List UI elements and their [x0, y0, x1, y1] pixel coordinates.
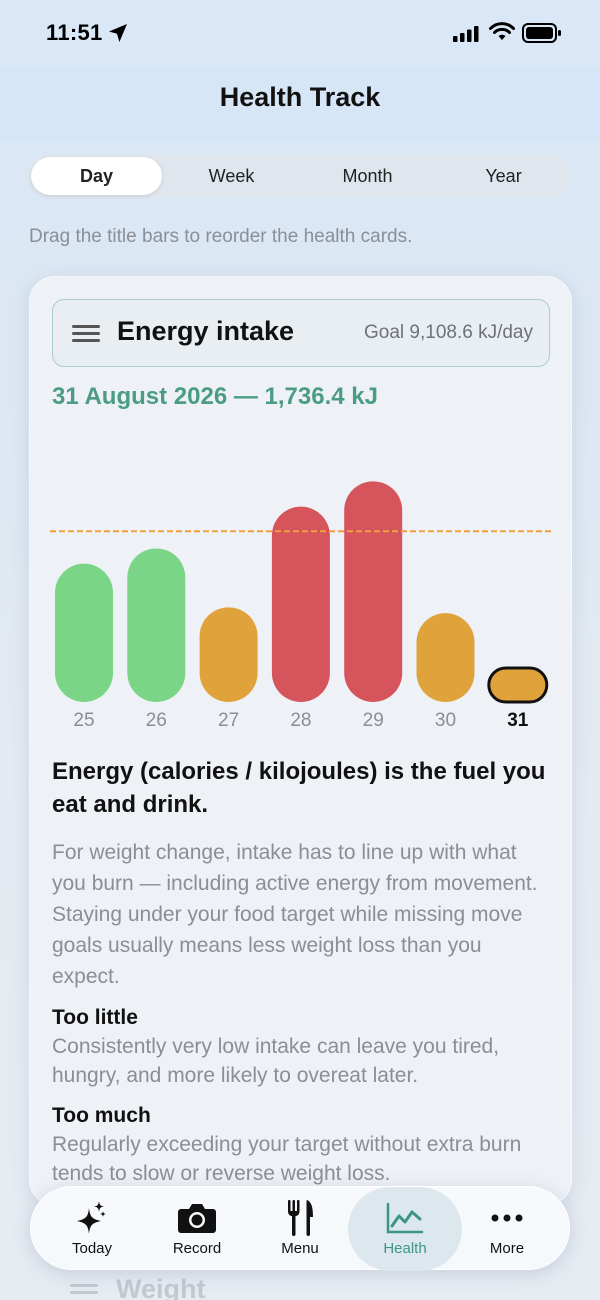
sparkles-icon: [77, 1201, 106, 1234]
tab-today-label: Today: [71, 1240, 113, 1257]
x-tick-label: 25: [73, 710, 94, 731]
fork-knife-icon: [288, 1200, 313, 1237]
card-title-bar[interactable]: Energy intake Goal 9,108.6 kJ/day: [52, 299, 550, 367]
day-summary: 31 August 2026 — 1,736.4 kJ: [52, 383, 378, 410]
chart-bar-25[interactable]: [55, 563, 113, 702]
too-much-text: Regularly exceeding your target without …: [52, 1133, 522, 1185]
chart-bar-30[interactable]: [416, 613, 475, 702]
status-time: 11:51: [46, 20, 103, 45]
chart-bar-31[interactable]: [487, 666, 549, 704]
segment-month[interactable]: Month: [302, 157, 433, 195]
location-arrow-icon: [109, 24, 127, 42]
next-card-drag-handle-icon: [70, 1284, 98, 1294]
x-tick-label: 27: [218, 710, 239, 731]
too-little-heading: Too little: [52, 1006, 138, 1029]
tab-health-label: Health: [383, 1240, 427, 1257]
tab-more-label: More: [489, 1240, 525, 1257]
tab-today[interactable]: Today: [38, 1187, 146, 1271]
tab-health[interactable]: Health: [348, 1187, 462, 1271]
ellipsis-icon: [491, 1214, 523, 1222]
card-title: Energy intake: [117, 316, 295, 346]
info-paragraph: For weight change, intake has to line up…: [52, 841, 538, 988]
tab-record[interactable]: Record: [143, 1187, 251, 1271]
chart-bar-27[interactable]: [199, 607, 258, 702]
nav-header: Health Track: [0, 68, 600, 142]
too-little-text: Consistently very low intake can leave y…: [52, 1035, 500, 1087]
x-tick-label: 28: [290, 710, 311, 731]
tab-bar: Today Record Menu Health More: [30, 1186, 570, 1271]
tab-more[interactable]: More: [453, 1187, 561, 1271]
segment-day[interactable]: Day: [31, 157, 162, 195]
info-lead: Energy (calories / kilojoules) is the fu…: [52, 758, 546, 818]
segment-year[interactable]: Year: [438, 157, 569, 195]
card-goal: Goal 9,108.6 kJ/day: [364, 322, 533, 343]
x-tick-label: 26: [146, 710, 167, 731]
energy-intake-card: Energy intake Goal 9,108.6 kJ/day 31 Aug…: [29, 276, 572, 1206]
next-card-title: Weight: [116, 1274, 206, 1300]
energy-info: Energy (calories / kilojoules) is the fu…: [52, 755, 552, 1188]
status-bar: 11:51: [0, 0, 600, 68]
x-tick-label: 31: [507, 710, 529, 731]
chart-bar-28[interactable]: [271, 506, 330, 702]
tab-menu-label: Menu: [281, 1240, 319, 1257]
period-segmented-control: Day Week Month Year: [28, 154, 572, 198]
reorder-hint: Drag the title bars to reorder the healt…: [29, 226, 413, 247]
tab-menu[interactable]: Menu: [246, 1187, 354, 1271]
chart-bar-29[interactable]: [344, 481, 403, 702]
segment-week[interactable]: Week: [166, 157, 297, 195]
x-tick-label: 30: [435, 710, 456, 731]
cellular-signal-icon: [453, 26, 479, 42]
chart-line-icon: [386, 1202, 424, 1234]
energy-bar-chart: 25 26 27 28 29 30 31: [50, 481, 552, 731]
chart-bar-26[interactable]: [127, 548, 186, 702]
camera-icon: [178, 1204, 216, 1233]
too-much-heading: Too much: [52, 1104, 151, 1127]
page-title: Health Track: [219, 82, 381, 112]
tab-record-label: Record: [172, 1240, 222, 1257]
wifi-icon: [489, 22, 515, 40]
x-tick-label: 29: [363, 710, 384, 731]
drag-handle-icon[interactable]: [72, 325, 100, 343]
battery-icon: [522, 23, 561, 43]
